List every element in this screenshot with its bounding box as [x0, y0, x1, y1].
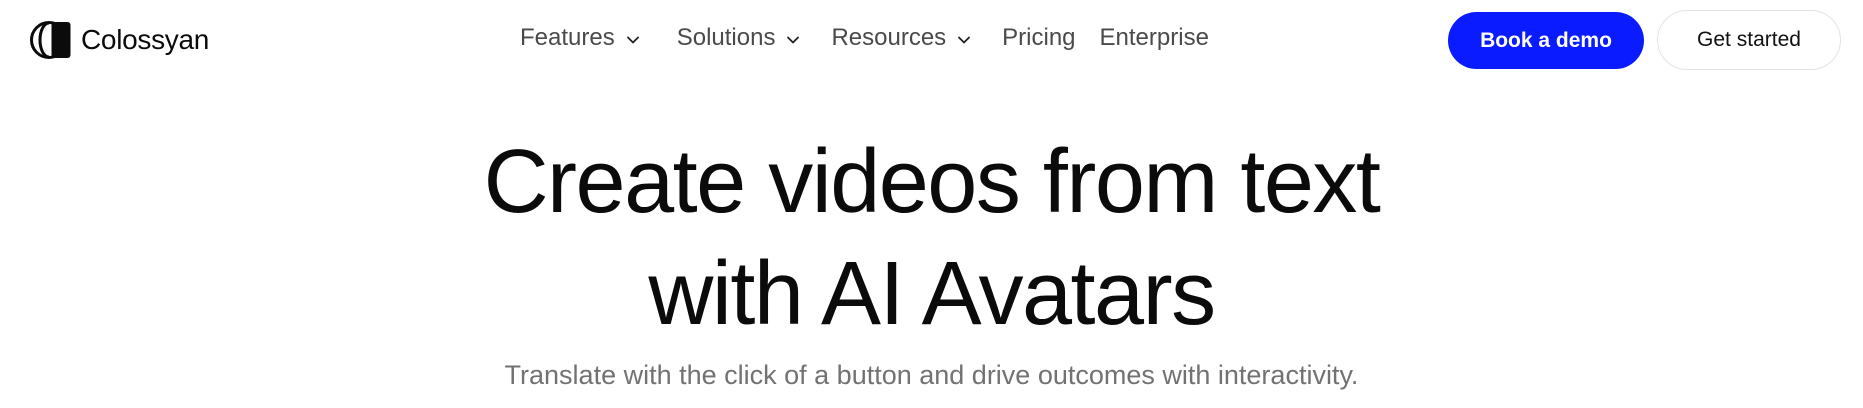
hero-subtitle: Translate with the click of a button and…	[504, 360, 1359, 390]
chevron-down-icon	[958, 36, 971, 44]
nav-item-label: Resources	[831, 24, 947, 51]
nav-item-solutions[interactable]: Solutions	[677, 18, 802, 58]
colossyan-logo-icon	[30, 21, 71, 59]
hero-title-line-2: with AI Avatars	[648, 244, 1216, 344]
book-demo-button[interactable]: Book a demo	[1448, 12, 1644, 69]
navbar: Colossyan Features Solutions Resources P…	[0, 0, 1863, 80]
brand-name: Colossyan	[81, 24, 210, 55]
main-nav: Features Solutions Resources Pricing Ent…	[520, 18, 1209, 58]
nav-item-pricing[interactable]: Pricing	[1002, 18, 1075, 58]
hero-title-line-1: Create videos from text	[483, 132, 1381, 232]
brand-logo-link[interactable]: Colossyan	[29, 20, 209, 60]
page: Colossyan Features Solutions Resources P…	[0, 0, 1863, 408]
nav-item-label: Solutions	[676, 24, 776, 51]
nav-item-enterprise[interactable]: Enterprise	[1100, 18, 1209, 58]
chevron-down-icon	[626, 36, 639, 44]
nav-item-label: Features	[520, 24, 615, 51]
hero-title: Create videos from text with AI Avatars	[0, 126, 1863, 350]
get-started-button[interactable]: Get started	[1657, 10, 1841, 70]
nav-item-resources[interactable]: Resources	[831, 18, 972, 58]
nav-item-features[interactable]: Features	[520, 18, 641, 58]
chevron-down-icon	[787, 36, 800, 44]
